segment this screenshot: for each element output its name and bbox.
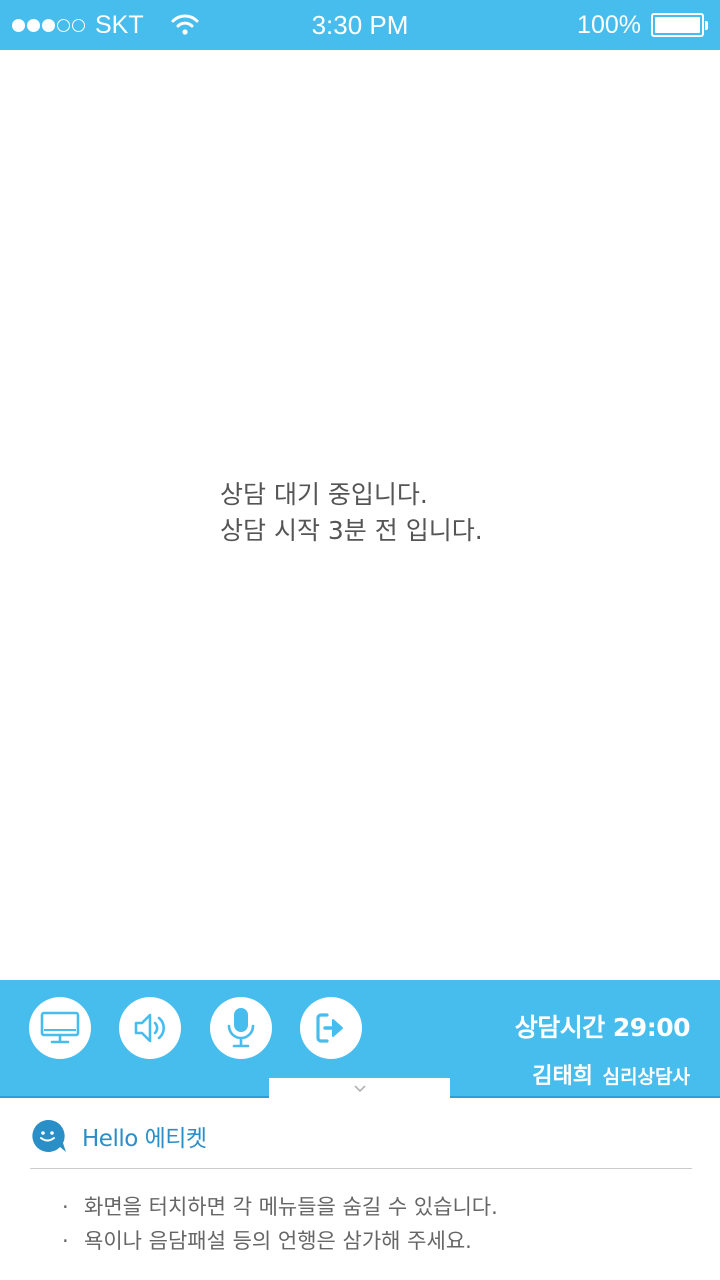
etiquette-header: Hello 에티켓 — [30, 1118, 207, 1154]
monitor-icon — [40, 1011, 80, 1044]
screen-share-button[interactable] — [29, 997, 91, 1059]
etiquette-list: · 화면을 터치하면 각 메뉴들을 숨길 수 있습니다. · 욕이나 음담패설 등의… — [62, 1190, 498, 1258]
speaker-button[interactable] — [119, 997, 181, 1059]
session-time: 상담시간 29:00 — [514, 1013, 691, 1042]
counselor-name: 김태희 — [532, 1064, 594, 1089]
battery-percent: 100% — [577, 10, 641, 39]
microphone-icon — [227, 1008, 255, 1048]
speaker-icon — [134, 1013, 165, 1043]
counselor-info: 김태희 심리상담사 — [532, 1058, 690, 1090]
exit-icon — [316, 1013, 343, 1043]
waiting-line-1: 상담 대기 중입니다. — [220, 480, 428, 509]
battery-indicator: 100% — [577, 0, 708, 50]
list-item-text: 화면을 터치하면 각 메뉴들을 숨길 수 있습니다. — [84, 1195, 498, 1219]
smile-chat-icon — [32, 1119, 66, 1152]
microphone-button[interactable] — [210, 997, 272, 1059]
list-item: · 화면을 터치하면 각 메뉴들을 숨길 수 있습니다. — [62, 1195, 498, 1219]
divider — [30, 1168, 692, 1169]
battery-icon — [651, 13, 704, 37]
status-bar: SKT 3:30 PM 100% — [0, 0, 720, 50]
chevron-down-icon — [353, 1085, 366, 1093]
menu-toggle-tab[interactable] — [269, 1078, 450, 1100]
exit-button[interactable] — [300, 997, 362, 1059]
etiquette-title: Hello 에티켓 — [82, 1126, 207, 1152]
list-item-text: 욕이나 음담패설 등의 언행은 삼가해 주세요. — [84, 1229, 472, 1253]
waiting-message: 상담 대기 중입니다. 상담 시작 3분 전 입니다. — [220, 477, 483, 549]
list-item: · 욕이나 음담패설 등의 언행은 삼가해 주세요. — [62, 1229, 472, 1253]
waiting-line-2: 상담 시작 3분 전 입니다. — [220, 516, 483, 545]
counselor-role: 심리상담사 — [602, 1066, 690, 1088]
